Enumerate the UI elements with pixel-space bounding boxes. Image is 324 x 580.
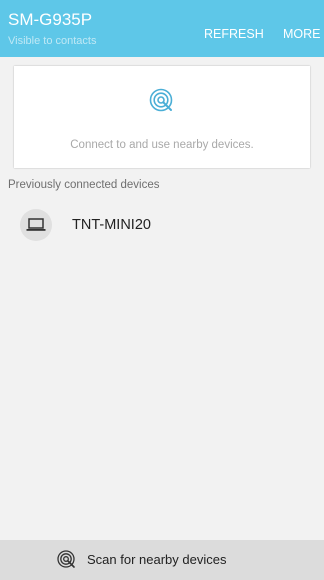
scan-nearby-label: Scan for nearby devices — [87, 552, 227, 567]
more-button[interactable]: MORE — [283, 26, 321, 42]
nearby-scan-icon — [57, 550, 75, 568]
device-avatar — [20, 209, 52, 241]
device-name: SM-G935P — [8, 10, 93, 29]
previously-connected-heading: Previously connected devices — [8, 179, 160, 191]
nearby-devices-message: Connect to and use nearby devices. — [70, 139, 254, 151]
app-header: SM-G935P Visible to contacts REFRESH MOR… — [0, 0, 324, 57]
nearby-devices-card: Connect to and use nearby devices. — [14, 66, 310, 168]
device-row[interactable]: TNT-MINI20 — [0, 205, 324, 247]
visibility-status: Visible to contacts — [8, 35, 97, 47]
scan-nearby-button[interactable]: Scan for nearby devices — [0, 540, 324, 580]
nearby-scan-icon — [149, 88, 173, 112]
laptop-icon — [26, 218, 46, 231]
device-name-label: TNT-MINI20 — [72, 217, 151, 233]
refresh-button[interactable]: REFRESH — [204, 26, 264, 42]
